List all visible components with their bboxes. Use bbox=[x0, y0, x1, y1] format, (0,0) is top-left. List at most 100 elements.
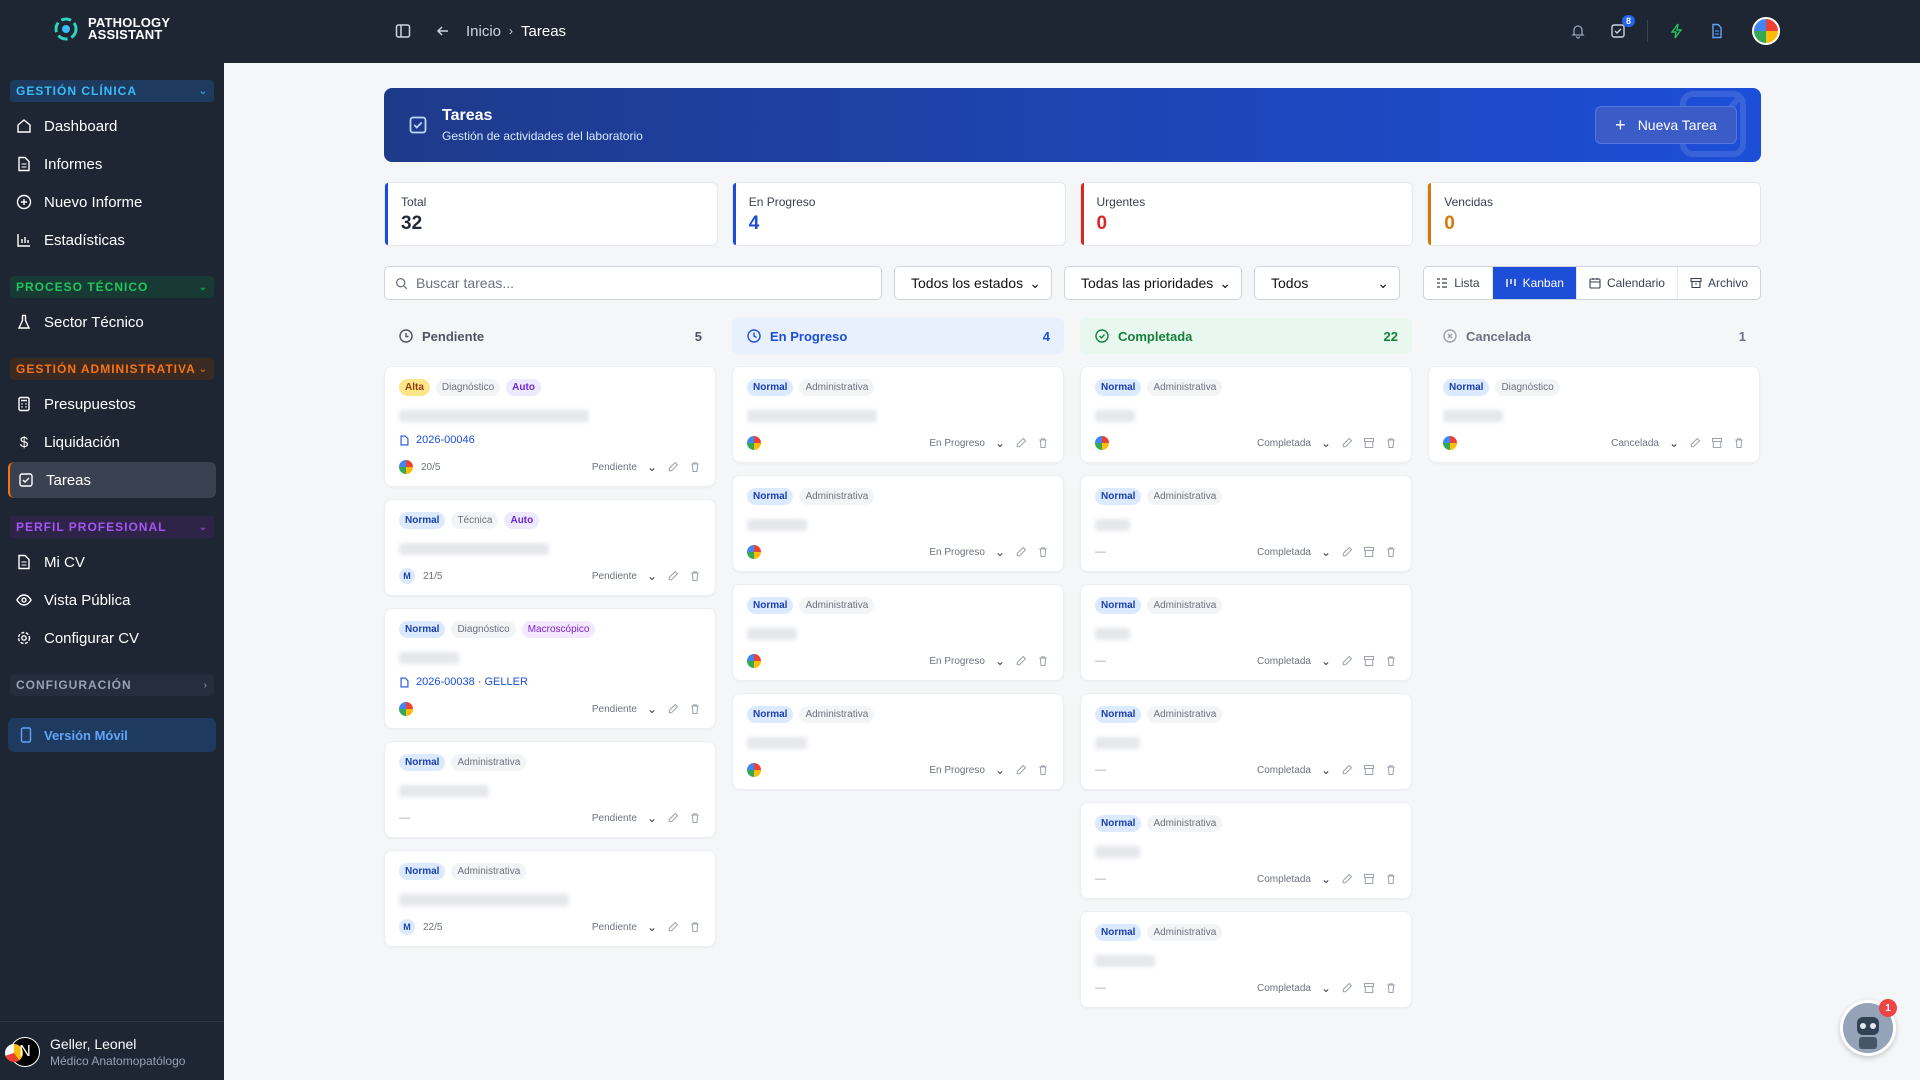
card-status[interactable]: En Progreso bbox=[929, 547, 985, 558]
archive-icon[interactable] bbox=[1363, 873, 1375, 885]
task-card[interactable]: Normal Administrativa En Progreso ⌄ bbox=[732, 693, 1064, 790]
task-card[interactable]: Normal Administrativa — Pendiente ⌄ bbox=[384, 741, 716, 838]
app-logo[interactable]: PATHOLOGY ASSISTANT bbox=[54, 16, 170, 41]
view-lista-button[interactable]: Lista bbox=[1424, 267, 1493, 299]
archive-icon[interactable] bbox=[1363, 764, 1375, 776]
edit-pencil-icon[interactable] bbox=[1341, 982, 1353, 994]
document-icon[interactable] bbox=[1706, 20, 1728, 42]
trash-icon[interactable] bbox=[1385, 764, 1397, 776]
section-gestion-clinica[interactable]: GESTIÓN CLÍNICA ⌄ bbox=[10, 80, 214, 102]
sidebar-item-configurar-cv[interactable]: Configurar CV bbox=[8, 620, 216, 656]
task-card[interactable]: Normal Administrativa — Completada ⌄ bbox=[1080, 475, 1412, 572]
lightning-icon[interactable] bbox=[1666, 20, 1688, 42]
case-link[interactable]: 2026-00038 · GELLER bbox=[399, 676, 701, 688]
card-status[interactable]: Pendiente bbox=[592, 462, 637, 473]
card-status[interactable]: Pendiente bbox=[592, 704, 637, 715]
chevron-down-icon[interactable]: ⌄ bbox=[995, 436, 1005, 450]
edit-pencil-icon[interactable] bbox=[1341, 764, 1353, 776]
card-status[interactable]: Completada bbox=[1257, 983, 1311, 994]
trash-icon[interactable] bbox=[1385, 982, 1397, 994]
trash-icon[interactable] bbox=[689, 812, 701, 824]
chevron-down-icon[interactable]: ⌄ bbox=[995, 763, 1005, 777]
trash-icon[interactable] bbox=[1037, 655, 1049, 667]
card-status[interactable]: En Progreso bbox=[929, 438, 985, 449]
task-card[interactable]: Normal Diagnóstico Cancelada ⌄ bbox=[1428, 366, 1760, 463]
edit-pencil-icon[interactable] bbox=[1015, 437, 1027, 449]
edit-pencil-icon[interactable] bbox=[667, 461, 679, 473]
edit-pencil-icon[interactable] bbox=[1015, 655, 1027, 667]
edit-pencil-icon[interactable] bbox=[1689, 437, 1701, 449]
card-status[interactable]: Pendiente bbox=[592, 922, 637, 933]
chevron-down-icon[interactable]: ⌄ bbox=[1321, 872, 1331, 886]
user-avatar[interactable] bbox=[1752, 17, 1780, 45]
sidebar-item-liquidacion[interactable]: $ Liquidación bbox=[8, 424, 216, 460]
card-status[interactable]: Completada bbox=[1257, 547, 1311, 558]
task-card[interactable]: Normal Administrativa En Progreso ⌄ bbox=[732, 584, 1064, 681]
task-card[interactable]: Normal Administrativa Completada ⌄ bbox=[1080, 366, 1412, 463]
chevron-down-icon[interactable]: ⌄ bbox=[1321, 436, 1331, 450]
chevron-down-icon[interactable]: ⌄ bbox=[647, 569, 657, 583]
trash-icon[interactable] bbox=[1385, 873, 1397, 885]
card-status[interactable]: Completada bbox=[1257, 765, 1311, 776]
sidebar-item-nuevo-informe[interactable]: Nuevo Informe bbox=[8, 184, 216, 220]
task-card[interactable]: Alta Diagnóstico Auto 2026-00046 20/5 Pend… bbox=[384, 366, 716, 487]
view-calendario-button[interactable]: Calendario bbox=[1577, 267, 1678, 299]
chevron-down-icon[interactable]: ⌄ bbox=[647, 920, 657, 934]
sidebar-item-mi-cv[interactable]: Mi CV bbox=[8, 544, 216, 580]
card-status[interactable]: Completada bbox=[1257, 656, 1311, 667]
sidebar-item-estadisticas[interactable]: Estadísticas bbox=[8, 222, 216, 258]
chevron-down-icon[interactable]: ⌄ bbox=[995, 545, 1005, 559]
status-select[interactable]: Todos los estados ⌄ bbox=[894, 266, 1052, 300]
trash-icon[interactable] bbox=[1733, 437, 1745, 449]
assistant-bot-button[interactable]: 1 bbox=[1840, 999, 1897, 1056]
tasks-check-icon[interactable]: 8 bbox=[1607, 15, 1635, 42]
card-status[interactable]: En Progreso bbox=[929, 765, 985, 776]
edit-pencil-icon[interactable] bbox=[1341, 873, 1353, 885]
archive-icon[interactable] bbox=[1363, 437, 1375, 449]
task-card[interactable]: Normal Técnica Auto M 21/5 Pendiente ⌄ bbox=[384, 499, 716, 596]
case-link[interactable]: 2026-00046 bbox=[399, 434, 701, 446]
sidebar-item-informes[interactable]: Informes bbox=[8, 146, 216, 182]
edit-pencil-icon[interactable] bbox=[667, 703, 679, 715]
priority-select[interactable]: Todas las prioridades ⌄ bbox=[1064, 266, 1242, 300]
notifications-bell-icon[interactable] bbox=[1567, 20, 1589, 42]
card-status[interactable]: Pendiente bbox=[592, 571, 637, 582]
sidebar-item-dashboard[interactable]: Dashboard bbox=[8, 108, 216, 144]
view-archivo-button[interactable]: Archivo bbox=[1678, 267, 1760, 299]
new-task-button[interactable]: + Nueva Tarea bbox=[1595, 106, 1737, 144]
edit-pencil-icon[interactable] bbox=[667, 921, 679, 933]
user-profile[interactable]: N Geller, Leonel Médico Anatomopatólogo bbox=[5, 1036, 185, 1068]
trash-icon[interactable] bbox=[1385, 655, 1397, 667]
sidebar-item-presupuestos[interactable]: Presupuestos bbox=[8, 386, 216, 422]
task-card[interactable]: Normal Administrativa — Completada ⌄ bbox=[1080, 693, 1412, 790]
task-card[interactable]: Normal Administrativa En Progreso ⌄ bbox=[732, 475, 1064, 572]
edit-pencil-icon[interactable] bbox=[667, 570, 679, 582]
archive-icon[interactable] bbox=[1363, 655, 1375, 667]
assignee-select[interactable]: Todos ⌄ bbox=[1254, 266, 1400, 300]
card-status[interactable]: Completada bbox=[1257, 438, 1311, 449]
trash-icon[interactable] bbox=[689, 461, 701, 473]
trash-icon[interactable] bbox=[1037, 437, 1049, 449]
task-card[interactable]: Normal Diagnóstico Macroscópico 2026-00038… bbox=[384, 608, 716, 729]
task-card[interactable]: Normal Administrativa En Progreso ⌄ bbox=[732, 366, 1064, 463]
search-input[interactable]: Buscar tareas... bbox=[384, 266, 882, 300]
mobile-version-button[interactable]: Versión Móvil bbox=[8, 718, 216, 752]
task-card[interactable]: Normal Administrativa — Completada ⌄ bbox=[1080, 911, 1412, 1008]
sidebar-item-tareas[interactable]: Tareas bbox=[8, 462, 216, 498]
sidebar-toggle-icon[interactable] bbox=[392, 20, 414, 42]
edit-pencil-icon[interactable] bbox=[1015, 546, 1027, 558]
chevron-down-icon[interactable]: ⌄ bbox=[647, 811, 657, 825]
chevron-down-icon[interactable]: ⌄ bbox=[647, 460, 657, 474]
edit-pencil-icon[interactable] bbox=[1341, 437, 1353, 449]
section-perfil-profesional[interactable]: PERFIL PROFESIONAL ⌄ bbox=[10, 516, 214, 538]
card-status[interactable]: Cancelada bbox=[1611, 438, 1659, 449]
sidebar-item-sector-tecnico[interactable]: Sector Técnico bbox=[8, 304, 216, 340]
view-kanban-button[interactable]: Kanban bbox=[1492, 267, 1577, 299]
trash-icon[interactable] bbox=[1385, 546, 1397, 558]
archive-icon[interactable] bbox=[1711, 437, 1723, 449]
section-gestion-administrativa[interactable]: GESTIÓN ADMINISTRATIVA ⌄ bbox=[10, 358, 214, 380]
archive-icon[interactable] bbox=[1363, 546, 1375, 558]
card-status[interactable]: Completada bbox=[1257, 874, 1311, 885]
chevron-down-icon[interactable]: ⌄ bbox=[1321, 981, 1331, 995]
trash-icon[interactable] bbox=[1037, 764, 1049, 776]
